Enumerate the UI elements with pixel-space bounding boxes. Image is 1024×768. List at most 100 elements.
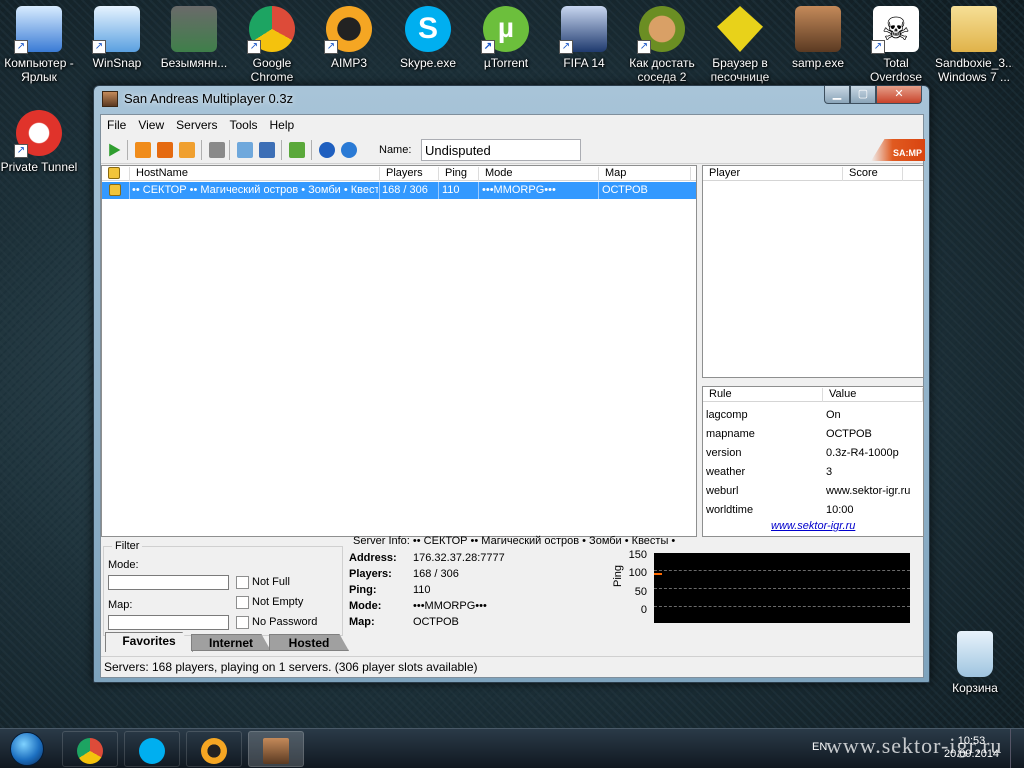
desktop-icon-total-overdose[interactable]: ☠ ↗ Total Overdose — [857, 0, 935, 84]
folder-icon — [951, 6, 997, 52]
tab-internet[interactable]: Internet — [191, 634, 271, 651]
desktop-icon-utorrent[interactable]: µ ↗ µTorrent — [467, 0, 545, 84]
status-bar: Servers: 168 players, playing on 1 serve… — [101, 656, 923, 676]
col-ping[interactable]: Ping — [439, 167, 479, 181]
address-label: Address: — [349, 552, 397, 564]
players-header: Player Score — [703, 166, 923, 181]
start-button[interactable] — [2, 729, 54, 768]
col-lock[interactable] — [102, 167, 130, 181]
tab-hosted[interactable]: Hosted — [269, 634, 349, 651]
rule-value: On — [826, 409, 841, 421]
menu-help[interactable]: Help — [264, 115, 301, 132]
taskbar-aimp[interactable] — [186, 731, 242, 767]
desktop-icon-neighbor[interactable]: ↗ Как достать соседа 2 — [623, 0, 701, 84]
desktop-icon-label: Skype.exe — [399, 56, 457, 70]
desktop-icon-sandboxie-folder[interactable]: Sandboxie_3... Windows 7 ... — [935, 0, 1013, 84]
col-rule[interactable]: Rule — [703, 388, 823, 402]
ping-graph — [654, 553, 910, 623]
desktop-icon-label: Безымянн... — [160, 56, 228, 70]
desktop-icon-computer[interactable]: ↗ Компьютер - Ярлык — [0, 0, 78, 84]
desktop-icon-chrome[interactable]: ↗ Google Chrome — [233, 0, 311, 84]
taskbar-samp[interactable] — [248, 731, 304, 767]
player-name-input[interactable] — [421, 139, 581, 161]
window-client-area: FileViewServersToolsHelp Name: SA:MP — [100, 114, 925, 678]
maximize-button[interactable]: ▢ — [850, 86, 876, 104]
desktop-icon-label: µTorrent — [483, 56, 529, 70]
winsnap-icon: ↗ — [92, 6, 140, 54]
players-panel[interactable]: Player Score — [702, 165, 924, 378]
minimize-button[interactable]: ▁ — [824, 86, 850, 104]
menu-servers[interactable]: Servers — [170, 115, 223, 132]
help-icon[interactable] — [319, 142, 335, 158]
menu-tools[interactable]: Tools — [223, 115, 263, 132]
desktop-icon-fifa[interactable]: ↗ FIFA 14 — [545, 0, 623, 84]
connect-icon[interactable] — [109, 143, 121, 157]
samp-icon — [263, 738, 289, 764]
desktop-icon-skype[interactable]: S Skype.exe — [389, 0, 467, 84]
aimp-icon: ↗ — [324, 6, 372, 54]
desktop-icon-label: Sandboxie_3... Windows 7 ... — [935, 56, 1013, 84]
samp-logo: SA:MP — [871, 139, 925, 161]
show-desktop-button[interactable] — [1010, 729, 1024, 768]
rule-name: mapname — [706, 428, 755, 440]
col-score[interactable]: Score — [843, 167, 903, 181]
copy-icon[interactable] — [237, 142, 253, 158]
skull-icon: ☠ ↗ — [871, 6, 919, 54]
rule-value: www.sektor-igr.ru — [826, 485, 911, 497]
properties-icon[interactable] — [209, 142, 225, 158]
ping-tick: 50 — [634, 586, 647, 598]
col-hostname[interactable]: HostName — [130, 167, 380, 181]
server-mode: •••MMORPG••• — [482, 184, 556, 196]
taskbar-chrome[interactable] — [62, 731, 118, 767]
desktop-icon-label: Как достать соседа 2 — [629, 56, 695, 84]
title-bar[interactable]: San Andreas Multiplayer 0.3z ▁ ▢ ✕ — [94, 86, 929, 112]
desktop-icon-label: Корзина — [952, 681, 998, 695]
not-full-checkbox[interactable] — [236, 576, 249, 589]
tab-favorites[interactable]: Favorites — [105, 632, 193, 652]
no-password-checkbox[interactable] — [236, 616, 249, 629]
col-player[interactable]: Player — [703, 167, 843, 181]
sandbox-browser-icon — [717, 6, 763, 52]
add-server-icon[interactable] — [135, 142, 151, 158]
desktop-icon-winsnap[interactable]: ↗ WinSnap — [78, 0, 156, 84]
not-empty-checkbox[interactable] — [236, 596, 249, 609]
desktop-icon-recycle-bin[interactable]: Корзина — [936, 625, 1014, 709]
chrome-icon: ↗ — [247, 6, 295, 54]
edit-icon[interactable] — [259, 142, 275, 158]
rules-panel[interactable]: Rule Value lagcomp On mapname ОСТРОВ ver… — [702, 386, 924, 537]
server-list[interactable]: HostName Players Ping Mode Map •• СЕКТОР… — [101, 165, 697, 537]
menu-view[interactable]: View — [132, 115, 170, 132]
chrome-icon — [77, 738, 103, 764]
rule-row: weburl www.sektor-igr.ru — [703, 482, 923, 501]
language-indicator[interactable]: EN — [812, 741, 827, 753]
desktop-icon-private-tunnel[interactable]: ↗ Private Tunnel — [0, 104, 78, 188]
desktop-icon-samp[interactable]: samp.exe — [779, 0, 857, 84]
filter-mode-input[interactable] — [108, 575, 229, 590]
desktop-icon-label: FIFA 14 — [563, 56, 605, 70]
desktop-icon-label: Браузер в песочнице — [710, 56, 770, 84]
desktop-icon-aimp[interactable]: ↗ AIMP3 — [310, 0, 388, 84]
master-list-icon[interactable] — [289, 142, 305, 158]
server-ping: 110 — [442, 184, 460, 196]
image-file-icon — [171, 6, 217, 52]
filter-map-label: Map: — [108, 599, 133, 611]
desktop-icon-sandbox-browser[interactable]: Браузер в песочнице — [701, 0, 779, 84]
close-button[interactable]: ✕ — [876, 86, 922, 104]
ping-tick: 150 — [628, 549, 647, 561]
desktop-icon-image[interactable]: Безымянн... — [155, 0, 233, 84]
col-mode[interactable]: Mode — [479, 167, 599, 181]
menu-file[interactable]: File — [101, 115, 132, 132]
computer-icon: ↗ — [14, 6, 62, 54]
refresh-server-icon[interactable] — [179, 142, 195, 158]
ping-tick: 0 — [640, 604, 647, 616]
col-players[interactable]: Players — [380, 167, 439, 181]
weburl-link[interactable]: www.sektor-igr.ru — [771, 520, 855, 532]
col-map[interactable]: Map — [599, 167, 691, 181]
taskbar-skype[interactable] — [124, 731, 180, 767]
delete-server-icon[interactable] — [157, 142, 173, 158]
server-map: ОСТРОВ — [602, 184, 648, 196]
col-value[interactable]: Value — [823, 388, 923, 402]
filter-map-input[interactable] — [108, 615, 229, 630]
table-row[interactable]: •• СЕКТОР •• Магический остров • Зомби •… — [102, 182, 696, 199]
about-icon[interactable] — [341, 142, 357, 158]
